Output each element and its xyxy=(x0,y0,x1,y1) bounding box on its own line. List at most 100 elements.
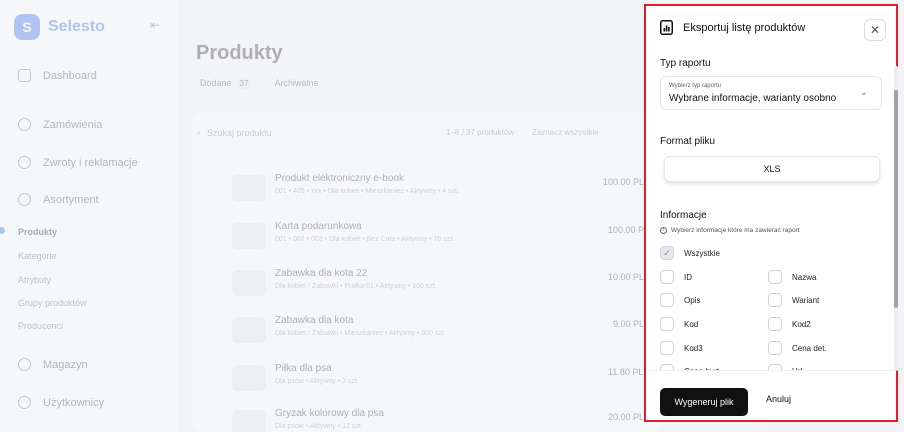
users-icon xyxy=(18,396,31,409)
checkbox-box xyxy=(660,293,674,307)
checkbox-label: Cena det. xyxy=(792,343,827,353)
product-thumbnail xyxy=(232,175,266,201)
close-button[interactable]: ✕ xyxy=(864,19,886,41)
close-icon: ✕ xyxy=(869,23,881,37)
sidebar-subitem-categories[interactable]: Kategorie xyxy=(18,251,57,261)
sidebar-item-assortment[interactable]: Asortyment xyxy=(18,193,99,206)
chevron-down-icon: ⌄ xyxy=(860,87,868,97)
checkbox-box xyxy=(768,270,782,284)
table-row[interactable]: Produkt elektroniczny e-book 001 • 405 •… xyxy=(228,173,658,213)
select-value: Wybrane informacje, warianty osobno xyxy=(669,93,837,104)
checkbox-label: Kod xyxy=(684,319,699,329)
logo-text: Selesto xyxy=(48,18,105,35)
product-count: 1–8 / 37 produktów xyxy=(446,128,515,137)
checkbox-code3[interactable]: Kod3 xyxy=(660,341,703,355)
tab-label: Archiwalne xyxy=(274,78,319,88)
checkbox-label: Wszystkie xyxy=(684,248,720,258)
format-xls-button[interactable]: XLS xyxy=(664,156,880,182)
product-meta: Dla kobiet / Zabawki • Pralka 01 • Aktyw… xyxy=(275,283,437,290)
checkbox-label: ID xyxy=(684,272,692,282)
info-hint: i Wybierz informacje które ma zawierać r… xyxy=(660,227,800,234)
checkbox-id[interactable]: ID xyxy=(660,270,692,284)
generate-file-button[interactable]: Wygeneruj plik xyxy=(660,388,748,416)
checkbox-box xyxy=(768,317,782,331)
report-type-select[interactable]: Wybierz typ raportu Wybrane informacje, … xyxy=(660,76,882,110)
product-thumbnail xyxy=(232,317,266,343)
checkbox-label: Opis xyxy=(684,295,701,305)
active-indicator xyxy=(0,227,5,234)
table-row[interactable]: Zabawka dla kota 22 Dla kobiet / Zabawki… xyxy=(228,268,658,308)
product-name: Karta podarunkowa xyxy=(275,221,362,232)
modal-footer: Wygeneruj plik Anuluj xyxy=(646,370,896,420)
checkbox-code[interactable]: Kod xyxy=(660,317,698,331)
checkbox-box xyxy=(768,293,782,307)
sidebar-item-label: Zamówienia xyxy=(43,118,103,131)
product-thumbnail xyxy=(232,365,266,391)
search-placeholder: Szukaj produktu xyxy=(207,127,272,138)
table-row[interactable]: Piłka dla psa Dla psów • Aktywny • 3 szt… xyxy=(228,363,658,403)
table-row[interactable]: Gryzak kolorowy dla psa Dla psów • Aktyw… xyxy=(228,408,658,432)
tab-label: Dodane xyxy=(200,78,232,88)
sidebar-item-dashboard[interactable]: Dashboard xyxy=(18,69,97,82)
checkbox-label: Kod2 xyxy=(792,319,811,329)
file-format-label: Format pliku xyxy=(660,136,716,147)
export-modal: Eksportuj listę produktów ✕ Typ raportu … xyxy=(644,4,898,422)
scrollbar-thumb[interactable] xyxy=(894,90,898,308)
search-input[interactable]: ⌕ Szukaj produktu xyxy=(196,127,272,138)
tabs: Dodane 37 Archiwalne xyxy=(200,78,318,89)
checkbox-code2[interactable]: Kod2 xyxy=(768,317,811,331)
checkbox-all[interactable]: ✓ Wszystkie xyxy=(660,246,720,260)
sidebar-subitem-products[interactable]: Produkty xyxy=(18,227,57,237)
checkbox-box xyxy=(660,270,674,284)
product-name: Gryzak kolorowy dla psa xyxy=(275,408,384,419)
cancel-button[interactable]: Anuluj xyxy=(766,394,791,404)
product-thumbnail xyxy=(232,223,266,249)
product-meta: Dla psów • Aktywny • 3 szt. xyxy=(275,378,359,385)
sidebar-subitem-product-groups[interactable]: Grupy produktów xyxy=(18,298,87,308)
checkbox-box xyxy=(660,341,674,355)
sidebar-item-users[interactable]: Użytkownicy xyxy=(18,396,104,409)
sidebar-item-warehouse[interactable]: Magazyn xyxy=(18,358,88,371)
checkbox-variant[interactable]: Wariant xyxy=(768,293,819,307)
table-row[interactable]: Karta podarunkowa 001 • 002 • 003 • Dla … xyxy=(228,221,658,261)
checkbox-retail-price[interactable]: Cena det. xyxy=(768,341,827,355)
sidebar-subitem-attributes[interactable]: Atrybuty xyxy=(18,275,51,285)
search-icon: ⌕ xyxy=(196,127,202,137)
report-type-label: Typ raportu xyxy=(660,58,711,69)
product-meta: Dla psów • Aktywny • 12 szt. xyxy=(275,423,363,430)
checkbox-name[interactable]: Nazwa xyxy=(768,270,816,284)
collapse-sidebar-icon[interactable]: ⇤ xyxy=(150,18,160,32)
sidebar-subitem-producers[interactable]: Producenci xyxy=(18,321,63,331)
sidebar-item-label: Asortyment xyxy=(43,193,99,206)
logo: S Selesto xyxy=(14,14,105,40)
modal-header: Eksportuj listę produktów xyxy=(660,20,805,35)
info-section-label: Informacje xyxy=(660,210,707,221)
orders-icon xyxy=(18,118,31,131)
product-name: Zabawka dla kota 22 xyxy=(275,268,368,279)
sidebar: S Selesto ⇤ Dashboard Zamówienia Zwroty … xyxy=(0,0,178,432)
product-thumbnail xyxy=(232,270,266,296)
select-caption: Wybierz typ raportu xyxy=(669,83,721,89)
check-icon: ✓ xyxy=(660,246,674,260)
sidebar-item-label: Zwroty i reklamacje xyxy=(43,156,138,169)
checkbox-label: Nazwa xyxy=(792,272,817,282)
table-row[interactable]: Zabawka dla kota Dla kobiet / Zabawki • … xyxy=(228,315,658,355)
product-name: Produkt elektroniczny e-book xyxy=(275,173,404,184)
tab-count-badge: 37 xyxy=(235,78,253,89)
tab-added[interactable]: Dodane 37 xyxy=(200,78,253,89)
modal-title: Eksportuj listę produktów xyxy=(683,21,806,34)
info-hint-text: Wybierz informacje które ma zawierać rap… xyxy=(671,227,800,234)
assortment-icon xyxy=(18,193,31,206)
checkbox-description[interactable]: Opis xyxy=(660,293,700,307)
report-file-icon xyxy=(660,20,673,35)
returns-icon xyxy=(18,156,31,169)
sidebar-item-orders[interactable]: Zamówienia xyxy=(18,118,102,131)
checkbox-label: Kod3 xyxy=(684,343,703,353)
product-meta: Dla kobiet / Zabawki • Mieszkaniec • Akt… xyxy=(275,330,446,337)
page-title: Produkty xyxy=(196,42,283,64)
tab-archived[interactable]: Archiwalne xyxy=(274,78,318,89)
select-all-button[interactable]: Zaznacz wszystkie xyxy=(532,128,599,137)
sidebar-item-returns[interactable]: Zwroty i reklamacje xyxy=(18,156,138,169)
logo-icon: S xyxy=(14,14,40,40)
product-name: Piłka dla psa xyxy=(275,363,332,374)
